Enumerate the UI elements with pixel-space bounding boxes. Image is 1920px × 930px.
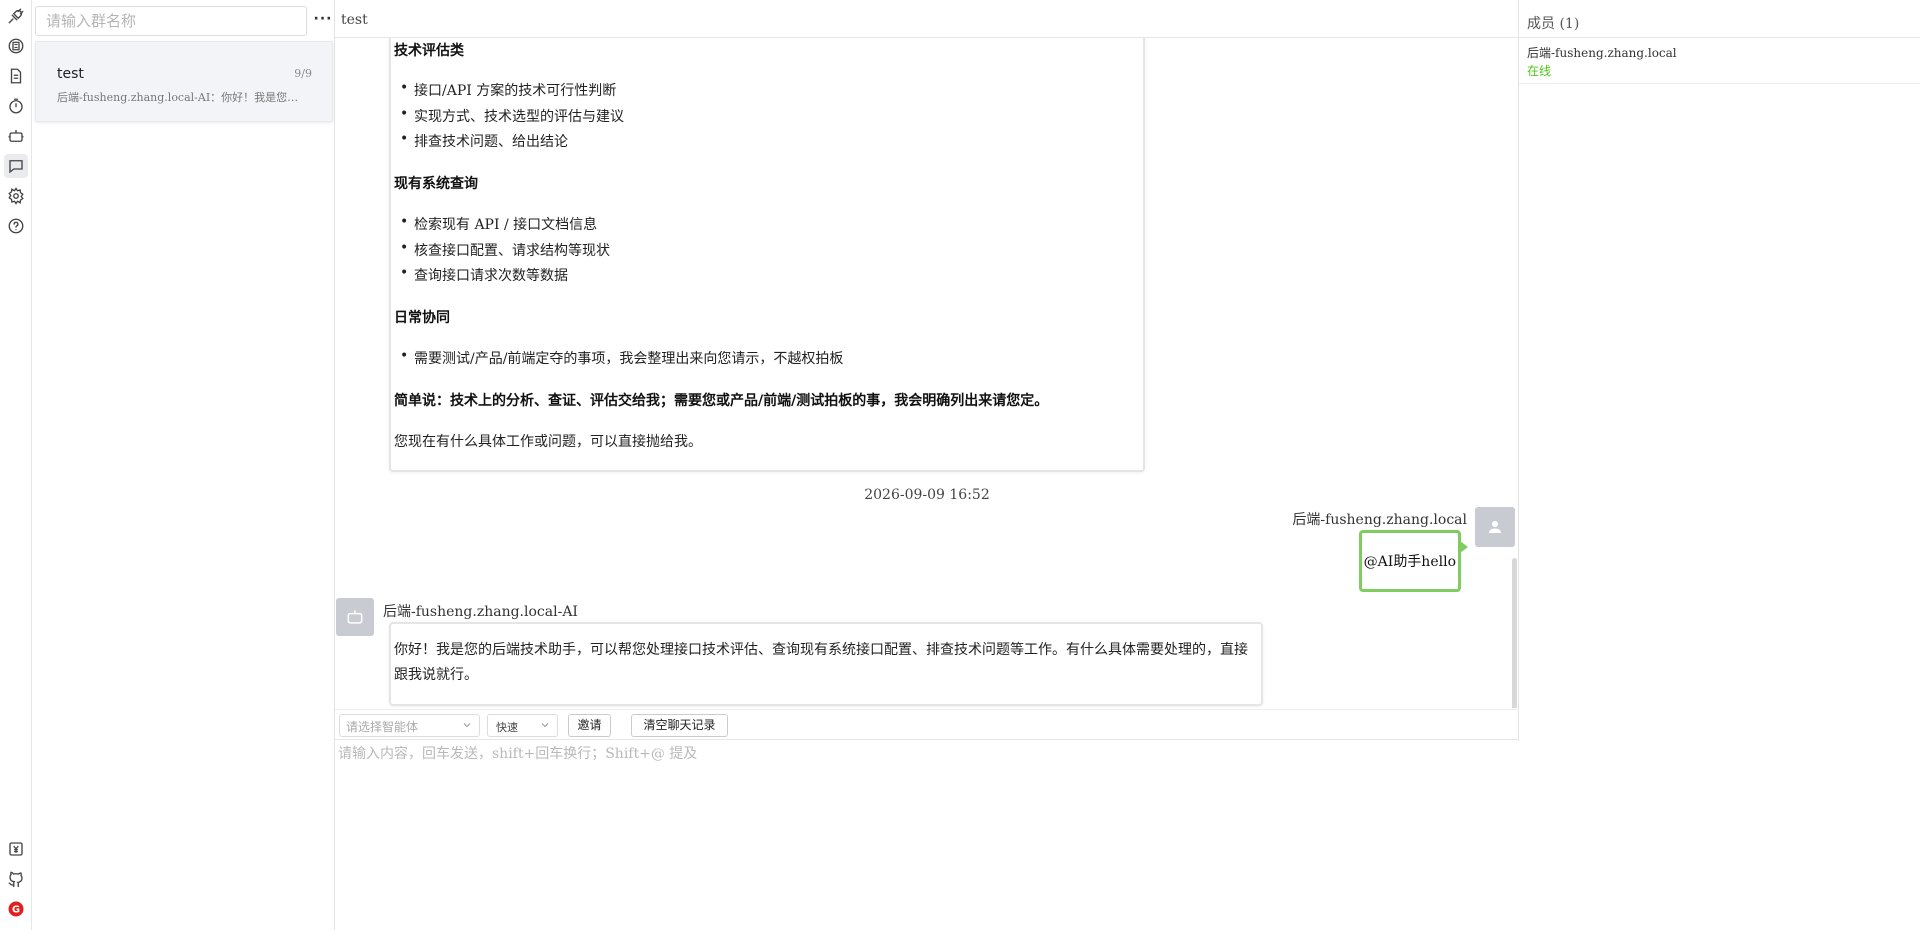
member-status-badge: 在线 — [1527, 64, 1552, 78]
ai-message-bubble: 你好！我是您的后端技术助手，可以帮您处理接口技术评估、查询现有系统接口配置、排查… — [389, 622, 1263, 706]
scrollbar[interactable] — [1512, 558, 1517, 708]
chat-title: test — [341, 12, 368, 28]
agent-select-placeholder: 请选择智能体 — [346, 720, 419, 734]
list-item: 核查接口配置、请求结构等现状 — [400, 240, 610, 260]
summary-text: 简单说：技术上的分析、查证、评估交给我；需要您或产品/前端/测试拍板的事，我会明… — [394, 393, 1049, 409]
group-list-panel: ··· test 9/9 后端-fusheng.zhang.local-AI：你… — [33, 0, 335, 930]
ai-message-bubble-previous: 技术评估类 接口/API 方案的技术可行性判断 实现方式、技术选型的评估与建议 … — [389, 38, 1145, 472]
robot-icon — [347, 610, 363, 624]
group-last-message-preview: 后端-fusheng.zhang.local-AI：你好！我是您… — [57, 91, 299, 104]
members-panel: 成员 (1) 后端-fusheng.zhang.local 在线 — [1519, 0, 1920, 930]
gear-icon[interactable] — [4, 184, 28, 208]
github-icon[interactable] — [4, 867, 28, 891]
timer-icon[interactable] — [4, 94, 28, 118]
group-list-item[interactable]: test 9/9 后端-fusheng.zhang.local-AI：你好！我是… — [35, 41, 333, 122]
clear-history-button[interactable]: 清空聊天记录 — [631, 714, 728, 737]
members-header: 成员 (1) — [1519, 0, 1920, 38]
person-icon — [1489, 521, 1501, 533]
ai-sender-name: 后端-fusheng.zhang.local-AI — [383, 604, 578, 620]
chip-icon[interactable] — [4, 34, 28, 58]
chat-panel: test 技术评估类 接口/API 方案的技术可行性判断 实现方式、技术选型的评… — [335, 0, 1519, 930]
list-item: 排查技术问题、给出结论 — [400, 131, 568, 151]
list-item: 检索现有 API / 接口文档信息 — [400, 214, 597, 234]
section-heading: 现有系统查询 — [394, 176, 478, 192]
member-list-item[interactable]: 后端-fusheng.zhang.local 在线 — [1519, 38, 1920, 84]
section-heading: 日常协同 — [394, 310, 450, 326]
group-name: test — [57, 66, 84, 82]
message-timestamp: 2026-09-09 16:52 — [864, 487, 990, 503]
brand-logo-icon[interactable]: G — [4, 897, 28, 921]
speed-select[interactable]: 快速 — [487, 714, 558, 737]
agent-select[interactable]: 请选择智能体 — [339, 714, 480, 737]
message-input[interactable] — [335, 741, 1519, 930]
chat-header: test — [335, 0, 1519, 38]
robot-icon[interactable] — [4, 124, 28, 148]
help-icon[interactable] — [4, 214, 28, 238]
invite-button[interactable]: 邀请 — [568, 714, 611, 737]
members-title: 成员 (1) — [1527, 16, 1580, 32]
message-list[interactable]: 技术评估类 接口/API 方案的技术可行性判断 实现方式、技术选型的评估与建议 … — [335, 38, 1519, 708]
icon-rail: G — [0, 0, 32, 930]
list-item: 查询接口请求次数等数据 — [400, 265, 568, 285]
list-item: 接口/API 方案的技术可行性判断 — [400, 80, 616, 100]
closing-text: 您现在有什么具体工作或问题，可以直接抛给我。 — [394, 434, 702, 450]
group-search-input[interactable] — [35, 6, 307, 36]
plug-icon[interactable] — [4, 4, 28, 28]
chevron-down-icon — [463, 723, 471, 728]
user-message-bubble: @AI助手hello — [1358, 530, 1469, 592]
svg-text:G: G — [12, 904, 20, 915]
more-options-button[interactable]: ··· — [313, 9, 333, 31]
user-sender-name: 后端-fusheng.zhang.local — [1292, 512, 1467, 528]
avatar[interactable] — [1475, 507, 1515, 547]
list-item: 需要测试/产品/前端定夺的事项，我会整理出来向您请示，不越权拍板 — [400, 348, 843, 368]
ai-message-text: 你好！我是您的后端技术助手，可以帮您处理接口技术评估、查询现有系统接口配置、排查… — [394, 642, 1248, 683]
group-member-count: 9/9 — [294, 67, 312, 80]
yen-icon[interactable] — [4, 837, 28, 861]
list-item: 实现方式、技术选型的评估与建议 — [400, 106, 624, 126]
document-icon[interactable] — [4, 64, 28, 88]
section-heading: 技术评估类 — [394, 43, 464, 59]
composer-toolbar: 请选择智能体 快速 邀请 清空聊天记录 — [335, 709, 1519, 740]
member-name: 后端-fusheng.zhang.local — [1527, 46, 1677, 60]
app-window: G ··· test 9/9 后端-fusheng.zhang.local-AI… — [0, 0, 1920, 930]
chevron-down-icon — [541, 723, 549, 728]
speed-select-value: 快速 — [496, 721, 518, 734]
chat-icon[interactable] — [4, 154, 28, 178]
user-message-text: @AI助手hello — [1363, 554, 1456, 570]
avatar[interactable] — [336, 598, 374, 636]
